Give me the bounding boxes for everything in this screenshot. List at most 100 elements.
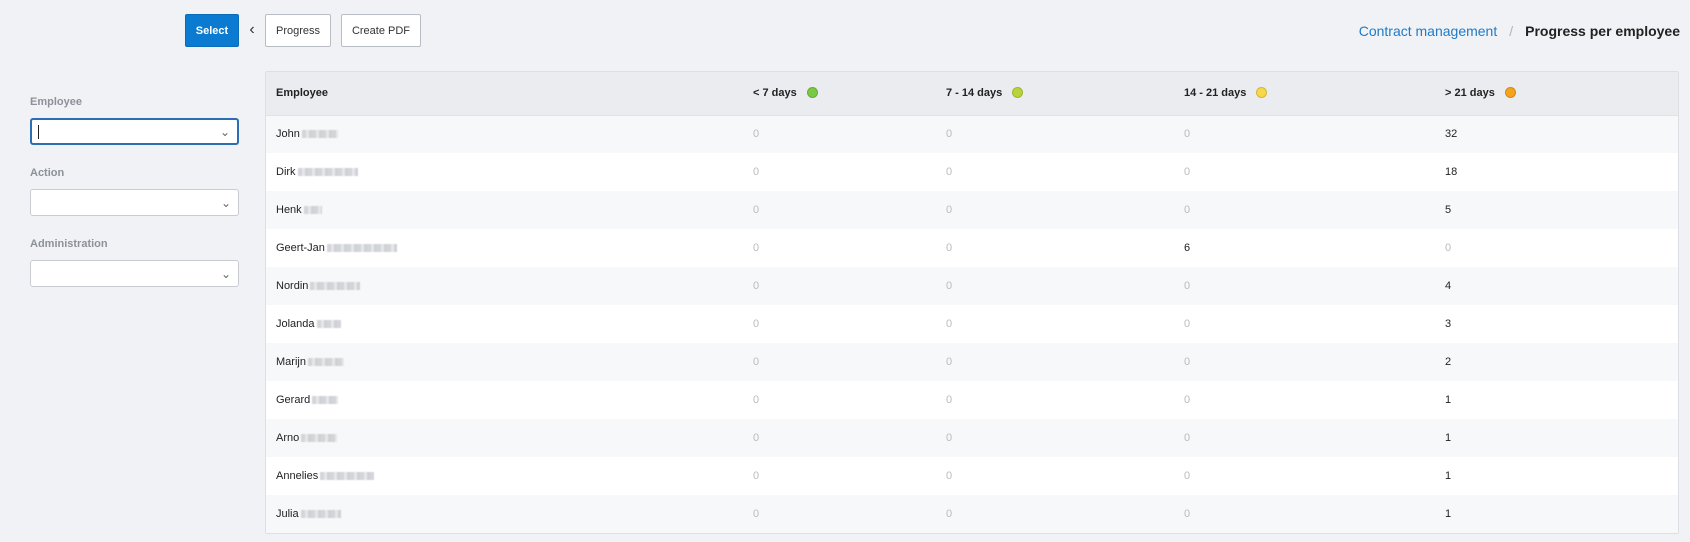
redacted-surname bbox=[301, 434, 338, 442]
table-row[interactable]: Henk 0 0 0 5 bbox=[266, 191, 1678, 229]
employee-cell: Julia bbox=[266, 495, 743, 533]
redacted-surname bbox=[303, 206, 322, 214]
redacted-surname bbox=[300, 510, 341, 518]
count-cell: 18 bbox=[1445, 166, 1458, 178]
chevron-left-icon[interactable]: ‹ bbox=[246, 21, 258, 38]
count-cell: 0 bbox=[753, 508, 760, 520]
employee-name: Annelies bbox=[276, 470, 319, 482]
employee-cell: Annelies bbox=[266, 457, 743, 495]
column-header-7-14[interactable]: 7 - 14 days bbox=[936, 72, 1174, 116]
column-header-label: Employee bbox=[276, 87, 328, 100]
employee-select[interactable]: ⌄ bbox=[30, 118, 239, 145]
table-row[interactable]: Annelies 0 0 0 1 bbox=[266, 457, 1678, 495]
table-header-row: Employee < 7 days 7 - 14 days 14 - 21 da… bbox=[266, 72, 1678, 116]
count-cell: 0 bbox=[946, 318, 953, 330]
table-row[interactable]: Arno 0 0 0 1 bbox=[266, 419, 1678, 457]
breadcrumb: Contract management / Progress per emplo… bbox=[1359, 23, 1680, 39]
column-header-label: > 21 days bbox=[1445, 87, 1495, 100]
table-row[interactable]: Marijn 0 0 0 2 bbox=[266, 343, 1678, 381]
column-header-label: 14 - 21 days bbox=[1184, 87, 1247, 100]
table-row[interactable]: Geert-Jan 0 0 6 0 bbox=[266, 229, 1678, 267]
count-cell: 0 bbox=[1184, 204, 1191, 216]
status-dot-icon bbox=[806, 87, 818, 99]
count-cell: 0 bbox=[1184, 318, 1191, 330]
table-body: John 0 0 0 32 Dirk 0 0 0 18 Henk 0 0 0 5 Geert-Jan 0 0 6 0 N… bbox=[266, 115, 1678, 533]
employee-cell: Nordin bbox=[266, 267, 743, 305]
count-cell: 0 bbox=[1184, 356, 1191, 368]
count-cell: 0 bbox=[1184, 508, 1191, 520]
redacted-surname bbox=[310, 282, 361, 290]
employee-cell: Dirk bbox=[266, 153, 743, 191]
action-filter-label: Action bbox=[30, 167, 65, 179]
count-cell: 1 bbox=[1445, 432, 1452, 444]
status-dot-icon bbox=[1256, 87, 1268, 99]
count-cell: 0 bbox=[1184, 432, 1191, 444]
progress-table-card: Employee < 7 days 7 - 14 days 14 - 21 da… bbox=[265, 71, 1679, 534]
column-header-14-21[interactable]: 14 - 21 days bbox=[1174, 72, 1435, 116]
progress-table: Employee < 7 days 7 - 14 days 14 - 21 da… bbox=[266, 72, 1678, 533]
count-cell: 0 bbox=[753, 128, 760, 141]
redacted-surname bbox=[301, 130, 338, 139]
progress-button[interactable]: Progress bbox=[265, 14, 331, 47]
action-select[interactable]: ⌄ bbox=[30, 189, 239, 216]
table-row[interactable]: John 0 0 0 32 bbox=[266, 115, 1678, 153]
employee-name: Nordin bbox=[276, 280, 309, 292]
count-cell: 0 bbox=[946, 508, 953, 520]
redacted-surname bbox=[320, 472, 375, 480]
column-header-employee[interactable]: Employee bbox=[266, 72, 743, 116]
employee-name: Arno bbox=[276, 432, 300, 444]
administration-select[interactable]: ⌄ bbox=[30, 260, 239, 287]
count-cell: 0 bbox=[946, 470, 953, 482]
column-header-label: 7 - 14 days bbox=[946, 87, 1003, 100]
employee-cell: Jolanda bbox=[266, 305, 743, 343]
count-cell: 0 bbox=[1184, 470, 1191, 482]
count-cell: 0 bbox=[753, 166, 760, 178]
employee-cell: Marijn bbox=[266, 343, 743, 381]
count-cell: 0 bbox=[753, 470, 760, 482]
employee-name: Geert-Jan bbox=[276, 242, 325, 254]
count-cell: 0 bbox=[946, 128, 953, 141]
status-dot-icon bbox=[1504, 87, 1516, 99]
employee-name: Jolanda bbox=[276, 318, 315, 330]
redacted-surname bbox=[312, 396, 339, 404]
count-cell: 0 bbox=[753, 280, 760, 292]
chevron-down-icon[interactable]: ⌄ bbox=[221, 267, 231, 281]
column-header-label: < 7 days bbox=[753, 87, 797, 100]
count-cell: 1 bbox=[1445, 470, 1452, 482]
table-row[interactable]: Jolanda 0 0 0 3 bbox=[266, 305, 1678, 343]
redacted-surname bbox=[297, 168, 358, 176]
count-cell: 0 bbox=[753, 204, 760, 216]
count-cell: 0 bbox=[753, 432, 760, 444]
breadcrumb-separator: / bbox=[1509, 23, 1514, 39]
table-row[interactable]: Nordin 0 0 0 4 bbox=[266, 267, 1678, 305]
table-row[interactable]: Dirk 0 0 0 18 bbox=[266, 153, 1678, 191]
create-pdf-button[interactable]: Create PDF bbox=[341, 14, 421, 47]
count-cell: 0 bbox=[946, 432, 953, 444]
column-header-gt21[interactable]: > 21 days bbox=[1435, 72, 1678, 116]
employee-name: Henk bbox=[276, 204, 302, 216]
count-cell: 0 bbox=[1184, 128, 1191, 141]
employee-name: Gerard bbox=[276, 394, 311, 406]
chevron-down-icon[interactable]: ⌄ bbox=[220, 125, 230, 139]
page-title: Progress per employee bbox=[1525, 23, 1680, 39]
chevron-down-icon[interactable]: ⌄ bbox=[221, 196, 231, 210]
employee-cell: Gerard bbox=[266, 381, 743, 419]
count-cell: 0 bbox=[1184, 394, 1191, 406]
table-row[interactable]: Gerard 0 0 0 1 bbox=[266, 381, 1678, 419]
count-cell: 5 bbox=[1445, 204, 1452, 216]
table-row[interactable]: Julia 0 0 0 1 bbox=[266, 495, 1678, 533]
employee-name: Julia bbox=[276, 508, 299, 520]
text-cursor bbox=[38, 125, 39, 139]
count-cell: 0 bbox=[946, 280, 953, 292]
count-cell: 0 bbox=[946, 242, 953, 254]
count-cell: 1 bbox=[1445, 508, 1452, 520]
count-cell: 0 bbox=[946, 394, 953, 406]
column-header-lt7[interactable]: < 7 days bbox=[743, 72, 936, 116]
status-dot-icon bbox=[1012, 87, 1024, 99]
breadcrumb-contract-management[interactable]: Contract management bbox=[1359, 23, 1498, 39]
employee-cell: Arno bbox=[266, 419, 743, 457]
count-cell: 6 bbox=[1184, 242, 1191, 254]
select-button[interactable]: Select bbox=[185, 14, 239, 47]
employee-cell: Henk bbox=[266, 191, 743, 229]
employee-cell: John bbox=[266, 115, 743, 153]
